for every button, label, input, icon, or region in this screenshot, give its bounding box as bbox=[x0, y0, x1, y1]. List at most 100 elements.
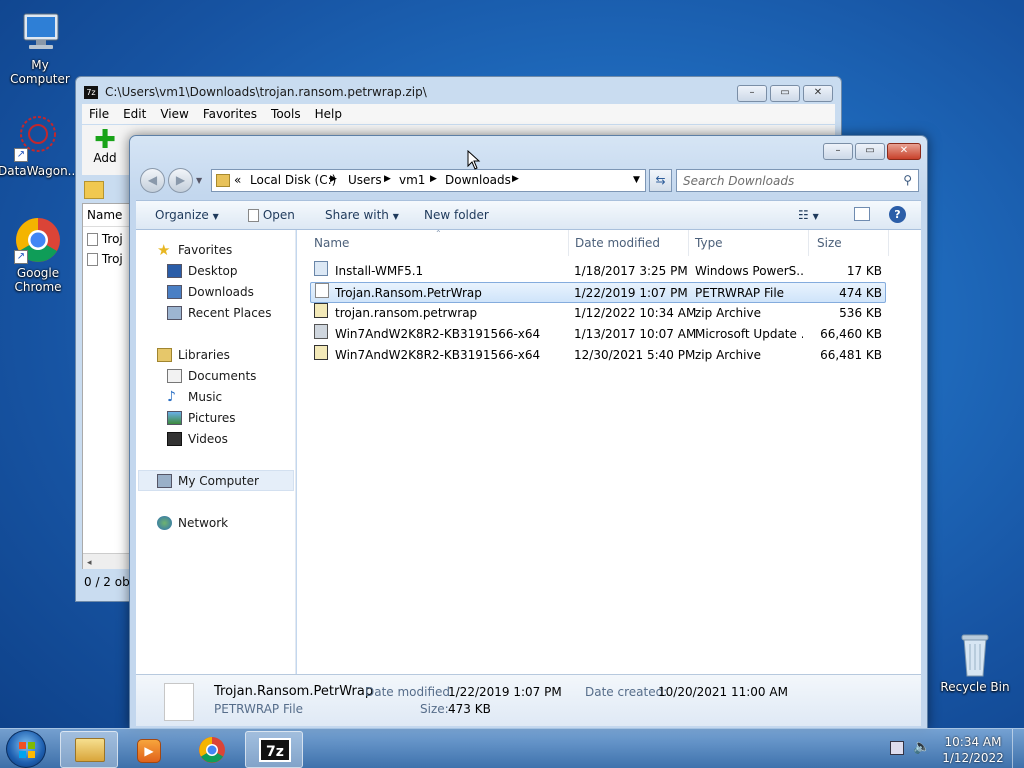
star-icon: ★ bbox=[157, 241, 171, 259]
file-row[interactable]: Win7AndW2K8R2-KB3191566-x64 1/13/2017 10… bbox=[310, 324, 886, 345]
back-button[interactable]: ◀ bbox=[140, 168, 165, 193]
mouse-cursor-icon bbox=[467, 150, 481, 170]
details-created-label: Date created: bbox=[585, 685, 668, 699]
large-file-icon bbox=[164, 683, 194, 721]
search-input[interactable]: Search Downloads ⚲ bbox=[676, 169, 919, 192]
taskbar-7zip[interactable]: 7z bbox=[245, 731, 303, 768]
nav-network[interactable]: Network bbox=[157, 513, 228, 533]
file-row[interactable]: Win7AndW2K8R2-KB3191566-x64 12/30/2021 5… bbox=[310, 345, 886, 366]
desktop-icon-datawagon[interactable]: ↗ DataWagon... bbox=[0, 114, 79, 178]
breadcrumb-users[interactable]: Users bbox=[348, 173, 382, 187]
desktop-icon-chrome[interactable]: ↗ Google Chrome bbox=[0, 216, 78, 294]
taskbar: ▶ 7z 🔈 10:34 AM 1/12/2022 bbox=[0, 728, 1024, 768]
new-folder-button[interactable]: New folder bbox=[424, 208, 489, 222]
windows-logo-icon bbox=[19, 742, 35, 758]
organize-button[interactable]: Organize ▼ bbox=[155, 208, 219, 222]
maximize-button[interactable]: ▭ bbox=[855, 143, 885, 160]
7zip-icon: 7z bbox=[259, 738, 291, 762]
file-row-selected[interactable]: Trojan.Ransom.PetrWrap 1/22/2019 1:07 PM… bbox=[310, 282, 886, 303]
minimize-button[interactable]: – bbox=[737, 85, 767, 102]
column-name[interactable]: Name bbox=[87, 208, 122, 222]
menu-file[interactable]: File bbox=[82, 104, 116, 124]
desktop-icon-recycle-bin[interactable]: Recycle Bin bbox=[935, 630, 1015, 694]
nav-recent-places[interactable]: Recent Places bbox=[167, 303, 271, 323]
desktop-icon-label: Recycle Bin bbox=[940, 680, 1010, 694]
volume-tray-icon[interactable]: 🔈 bbox=[913, 739, 930, 755]
file-row[interactable]: Install-WMF5.1 1/18/2017 3:25 PM Windows… bbox=[310, 261, 886, 282]
search-icon: ⚲ bbox=[903, 173, 912, 187]
taskbar-explorer[interactable] bbox=[60, 731, 118, 768]
nav-libraries[interactable]: Libraries bbox=[157, 345, 230, 365]
breadcrumb-overflow[interactable]: « bbox=[234, 173, 241, 187]
explorer-window[interactable]: – ▭ ✕ ◀ ▶ ▼ « Local Disk (C:) ▶ Users ▶ … bbox=[129, 135, 928, 729]
breadcrumb-separator-icon[interactable]: ▶ bbox=[512, 174, 519, 184]
menu-edit[interactable]: Edit bbox=[116, 104, 153, 124]
menu-tools[interactable]: Tools bbox=[264, 104, 308, 124]
help-icon[interactable]: ? bbox=[889, 206, 906, 223]
close-button[interactable]: ✕ bbox=[887, 143, 921, 160]
breadcrumb-downloads[interactable]: Downloads bbox=[445, 173, 511, 187]
details-size-label: Size: bbox=[420, 702, 449, 716]
nav-documents[interactable]: Documents bbox=[167, 366, 256, 386]
start-button[interactable] bbox=[6, 730, 46, 768]
powershell-file-icon bbox=[314, 261, 328, 276]
taskbar-media-player[interactable]: ▶ bbox=[121, 731, 179, 768]
chrome-icon bbox=[199, 737, 225, 763]
open-button[interactable]: Open bbox=[248, 208, 295, 222]
nav-pictures[interactable]: Pictures bbox=[167, 408, 236, 428]
list-item[interactable]: Troj bbox=[87, 232, 123, 246]
file-icon bbox=[248, 209, 259, 222]
nav-my-computer[interactable]: My Computer bbox=[157, 471, 259, 491]
column-header-size[interactable]: Size bbox=[809, 230, 889, 256]
nav-downloads[interactable]: Downloads bbox=[167, 282, 254, 302]
sort-arrow-icon: ⌃ bbox=[435, 229, 442, 238]
breadcrumb-separator-icon[interactable]: ▶ bbox=[430, 174, 437, 184]
shortcut-arrow-icon: ↗ bbox=[14, 250, 28, 264]
refresh-icon[interactable]: ⇆ bbox=[649, 169, 672, 192]
view-options-icon[interactable]: ☷ ▼ bbox=[798, 208, 819, 222]
forward-button[interactable]: ▶ bbox=[168, 168, 193, 193]
menu-view[interactable]: View bbox=[153, 104, 195, 124]
share-with-button[interactable]: Share with ▼ bbox=[325, 208, 399, 222]
breadcrumb-vm1[interactable]: vm1 bbox=[399, 173, 425, 187]
recent-places-icon bbox=[167, 306, 182, 320]
maximize-button[interactable]: ▭ bbox=[770, 85, 800, 102]
menu-help[interactable]: Help bbox=[308, 104, 349, 124]
up-folder-icon[interactable] bbox=[84, 181, 104, 199]
minimize-button[interactable]: – bbox=[823, 143, 853, 160]
file-row[interactable]: trojan.ransom.petrwrap 1/12/2022 10:34 A… bbox=[310, 303, 886, 324]
nav-music[interactable]: ♪ Music bbox=[167, 387, 222, 407]
list-item[interactable]: Troj bbox=[87, 252, 123, 266]
column-header-type[interactable]: Type bbox=[689, 230, 809, 256]
column-header-date[interactable]: Date modified bbox=[569, 230, 689, 256]
recycle-bin-icon bbox=[951, 630, 999, 678]
close-button[interactable]: ✕ bbox=[803, 85, 833, 102]
downloads-folder-icon bbox=[167, 285, 182, 299]
menu-favorites[interactable]: Favorites bbox=[196, 104, 264, 124]
7zip-archive-icon bbox=[314, 345, 328, 360]
breadcrumb-local-disk[interactable]: Local Disk (C:) bbox=[250, 173, 336, 187]
menu-bar: File Edit View Favorites Tools Help bbox=[82, 104, 835, 124]
nav-desktop[interactable]: Desktop bbox=[167, 261, 238, 281]
nav-favorites[interactable]: ★ Favorites bbox=[157, 240, 232, 260]
preview-pane-icon[interactable] bbox=[854, 207, 870, 221]
details-modified-label: Date modified: bbox=[365, 685, 455, 699]
column-header-name[interactable]: Name ⌃ bbox=[314, 229, 569, 256]
breadcrumb-separator-icon[interactable]: ▶ bbox=[330, 174, 337, 184]
network-tray-icon[interactable] bbox=[890, 741, 904, 755]
desktop-icon-label: My Computer bbox=[10, 58, 70, 86]
add-button[interactable]: ✚ Add bbox=[90, 127, 120, 165]
desktop-icon-my-computer[interactable]: My Computer bbox=[0, 8, 80, 86]
details-created-value: 10/20/2021 11:00 AM bbox=[658, 685, 788, 699]
nav-videos[interactable]: Videos bbox=[167, 429, 228, 449]
details-pane: Trojan.Ransom.PetrWrap PETRWRAP File Dat… bbox=[136, 674, 921, 726]
breadcrumb-separator-icon[interactable]: ▶ bbox=[384, 174, 391, 184]
clock[interactable]: 10:34 AM 1/12/2022 bbox=[942, 734, 1004, 766]
taskbar-chrome[interactable] bbox=[183, 731, 241, 768]
address-history-dropdown[interactable]: ▼ bbox=[633, 175, 640, 185]
horizontal-scrollbar[interactable]: ◂ bbox=[83, 553, 131, 569]
show-desktop-button[interactable] bbox=[1012, 729, 1024, 768]
address-bar[interactable]: « Local Disk (C:) ▶ Users ▶ vm1 ▶ Downlo… bbox=[211, 169, 646, 192]
command-bar: Organize ▼ Open Share with ▼ New folder … bbox=[136, 200, 921, 230]
recent-pages-dropdown[interactable]: ▼ bbox=[196, 176, 202, 185]
